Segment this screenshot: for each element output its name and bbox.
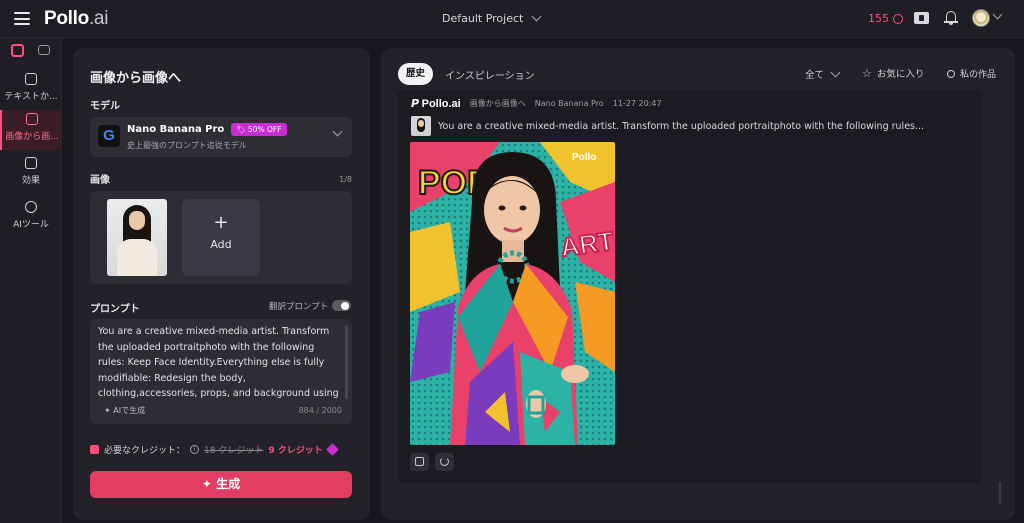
- chevron-down-icon: [332, 126, 343, 137]
- tab-history[interactable]: 歴史: [398, 63, 434, 85]
- discount-badge: 🏷 50% OFF: [231, 123, 287, 136]
- nav-image-to-image[interactable]: 画像から画...: [0, 110, 62, 150]
- char-count: 884 / 2000: [298, 406, 342, 415]
- effects-icon: [25, 157, 37, 169]
- favorites-button[interactable]: ☆ お気に入り: [862, 66, 924, 81]
- edit-button[interactable]: [410, 453, 429, 471]
- add-image-button[interactable]: + Add: [182, 199, 260, 276]
- left-nav: テキストか... 画像から画... 効果 AIツール: [0, 38, 62, 523]
- info-icon[interactable]: i: [190, 445, 200, 454]
- translate-toggle[interactable]: [332, 300, 351, 311]
- generated-image[interactable]: POP ART Pollo: [410, 142, 615, 445]
- top-bar: Pollo.ai Default Project 155: [0, 0, 1024, 38]
- credits-display[interactable]: 155: [868, 12, 903, 25]
- pollo-logo-icon: P: [411, 97, 420, 110]
- nav-ai-tools[interactable]: AIツール: [0, 198, 62, 238]
- chevron-down-icon[interactable]: [992, 9, 1003, 20]
- tag-icon: [325, 443, 339, 456]
- watermark: Pollo: [572, 152, 596, 163]
- image-icon: [26, 113, 38, 125]
- logo[interactable]: Pollo.ai: [44, 8, 108, 30]
- required-credits: 必要なクレジット： i 18 クレジット 9 クレジット: [90, 443, 339, 456]
- model-description: 史上最強のプロンプト追従モデル: [127, 141, 247, 150]
- translate-label: 翻訳プロンプト: [269, 302, 329, 312]
- plus-icon: +: [213, 212, 229, 233]
- generator-panel: 画像から画像へ モデル G Nano Banana Pro 🏷 50% OFF …: [73, 48, 370, 520]
- refresh-icon: [440, 457, 449, 466]
- avatar[interactable]: [972, 9, 990, 27]
- star-icon: ☆: [862, 66, 872, 80]
- edit-icon: [415, 457, 424, 466]
- image-icon: [25, 73, 37, 85]
- prompt-input[interactable]: You are a creative mixed-media artist. T…: [90, 319, 352, 424]
- nav-effects[interactable]: 効果: [0, 154, 62, 194]
- video-mode-icon[interactable]: [38, 45, 50, 55]
- google-logo-icon: G: [98, 125, 120, 147]
- image-count: 1/8: [339, 175, 352, 184]
- chevron-down-icon: [531, 11, 542, 22]
- project-name: Default Project: [442, 12, 524, 25]
- uploaded-image-thumbnail[interactable]: [107, 199, 167, 276]
- ai-generate-button[interactable]: ✦ AIで生成: [104, 405, 145, 416]
- user-icon: [947, 69, 955, 78]
- image-upload-area: + Add: [90, 191, 352, 284]
- model-name: Nano Banana Pro: [127, 124, 225, 135]
- menu-icon[interactable]: [14, 12, 30, 25]
- prompt-scrollbar[interactable]: [345, 325, 348, 399]
- my-works-button[interactable]: 私の作品: [947, 67, 996, 80]
- model-label: モデル: [90, 101, 120, 112]
- coin-icon: [893, 13, 903, 24]
- ai-tools-icon: [25, 201, 37, 213]
- image-label: 画像: [90, 175, 110, 186]
- bell-icon[interactable]: [944, 10, 958, 26]
- image-mode-icon[interactable]: [11, 44, 24, 57]
- result-prompt[interactable]: You are a creative mixed-media artist. T…: [411, 116, 924, 136]
- result-card: P Pollo.ai 画像から画像へ Nano Banana Pro 11-27…: [398, 90, 982, 483]
- credits-original: 18 クレジット: [204, 446, 264, 456]
- panel-title: 画像から画像へ: [90, 71, 182, 86]
- prompt-text[interactable]: You are a creative mixed-media artist. T…: [98, 324, 342, 402]
- regenerate-button[interactable]: [435, 453, 454, 471]
- generate-button[interactable]: ✦ 生成: [90, 471, 352, 498]
- results-scrollbar[interactable]: [999, 482, 1001, 504]
- project-selector[interactable]: Default Project: [442, 11, 542, 25]
- chevron-down-icon: [830, 67, 841, 77]
- credits-icon: [90, 445, 99, 454]
- nav-text-to-image[interactable]: テキストか...: [0, 70, 62, 110]
- results-panel: 歴史 インスピレーション 全て ☆ お気に入り 私の作品 P Pollo.ai …: [381, 48, 1015, 520]
- result-meta: P Pollo.ai 画像から画像へ Nano Banana Pro 11-27…: [411, 97, 662, 110]
- credits-discounted: 9 クレジット: [268, 446, 323, 456]
- model-selector[interactable]: G Nano Banana Pro 🏷 50% OFF 史上最強のプロンプト追従…: [90, 117, 352, 157]
- prompt-label: プロンプト: [90, 304, 140, 315]
- filter-dropdown[interactable]: 全て: [805, 67, 841, 81]
- source-thumbnail: [411, 116, 431, 136]
- ticket-icon[interactable]: [914, 12, 929, 24]
- tab-inspiration[interactable]: インスピレーション: [445, 67, 535, 82]
